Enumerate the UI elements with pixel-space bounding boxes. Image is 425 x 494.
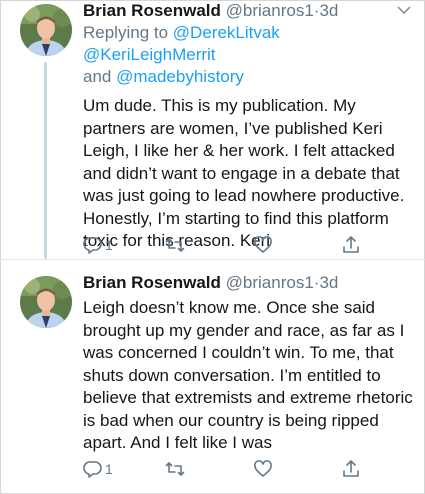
author-name[interactable]: Brian Rosenwald [83,1,221,20]
heart-icon [254,460,272,477]
reply-count: 1 [105,461,113,477]
like-button[interactable] [253,233,275,257]
author-handle[interactable]: @brianros1 [226,273,314,292]
tweet-header: Brian Rosenwald @brianros1·3d [83,0,413,22]
share-button[interactable] [341,457,361,481]
tweet-time[interactable]: 3d [319,1,338,20]
retweet-button[interactable] [165,457,187,481]
reply-icon [83,237,102,254]
tweet-text: Um dude. This is my publication. My part… [83,95,413,253]
reply-icon [83,461,102,478]
mention-link[interactable]: @DerekLitvak [173,23,280,42]
tweet-text-line: apart. And I felt like I was [83,433,272,452]
tweet-text-line: was just going to lead nowhere productiv… [83,186,405,205]
tweet-actions: 1 [83,457,383,481]
mention-link[interactable]: @madebyhistory [116,67,244,86]
reply-count: 1 [105,237,113,253]
replying-prefix: Replying to [83,23,169,42]
tweet-divider [0,259,425,260]
tweet[interactable]: Brian Rosenwald @brianros1·3d Leigh does… [0,262,425,494]
tweet-text-line: partners are women, I’ve published Keri [83,118,383,138]
avatar[interactable] [20,276,72,328]
reply-button[interactable]: 1 [83,233,113,257]
reply-button[interactable]: 1 [83,457,113,481]
tweet-time[interactable]: 3d [319,273,338,292]
tweet-text-line: brought up my gender and race, as far as… [83,320,405,340]
heart-icon [254,236,272,253]
tweet-text-line: Leigh, I like her & her work. I felt att… [83,141,395,160]
replying-to: Replying to @DerekLitvak @KeriLeighMerri… [83,22,413,88]
author-name[interactable]: Brian Rosenwald [83,273,221,292]
tweet-text-line: believe that extremists and extreme rhet… [83,388,413,407]
tweet-text-line: shuts down conversation. I’m entitled to [83,365,381,385]
retweet-button[interactable] [165,233,187,257]
thread-line [44,62,47,259]
retweet-icon [165,462,185,476]
tweet-text-line: is bad when our country is being ripped [83,410,379,430]
tweet-text-line: and didn’t want to engage in a debate th… [83,163,400,183]
tweet-text-line: Um dude. This is my publication. My [83,96,356,115]
avatar[interactable] [20,4,72,56]
mention-link[interactable]: @KeriLeighMerrit [83,45,216,64]
tweet-text-line: was concerned I couldn’t win. To me, tha… [83,343,394,362]
tweet-content: Brian Rosenwald @brianros1·3d Replying t… [83,0,413,253]
tweet-text: Leigh doesn’t know me. Once she said bro… [83,297,413,455]
chevron-down-icon[interactable] [397,4,411,16]
share-button[interactable] [341,233,361,257]
tweet-text-line: Honestly, I’m starting to find this plat… [83,208,389,228]
tweet-actions: 1 [83,233,383,257]
retweet-icon [165,238,185,252]
share-icon [343,236,359,253]
tweet[interactable]: Brian Rosenwald @brianros1·3d Replying t… [0,0,425,259]
author-handle[interactable]: @brianros1 [226,1,314,20]
tweet-header: Brian Rosenwald @brianros1·3d [83,272,413,294]
replying-and: and [83,67,112,86]
tweet-content: Brian Rosenwald @brianros1·3d Leigh does… [83,272,413,455]
like-button[interactable] [253,457,275,481]
share-icon [343,460,359,477]
tweet-text-line: Leigh doesn’t know me. Once she said [83,298,376,317]
